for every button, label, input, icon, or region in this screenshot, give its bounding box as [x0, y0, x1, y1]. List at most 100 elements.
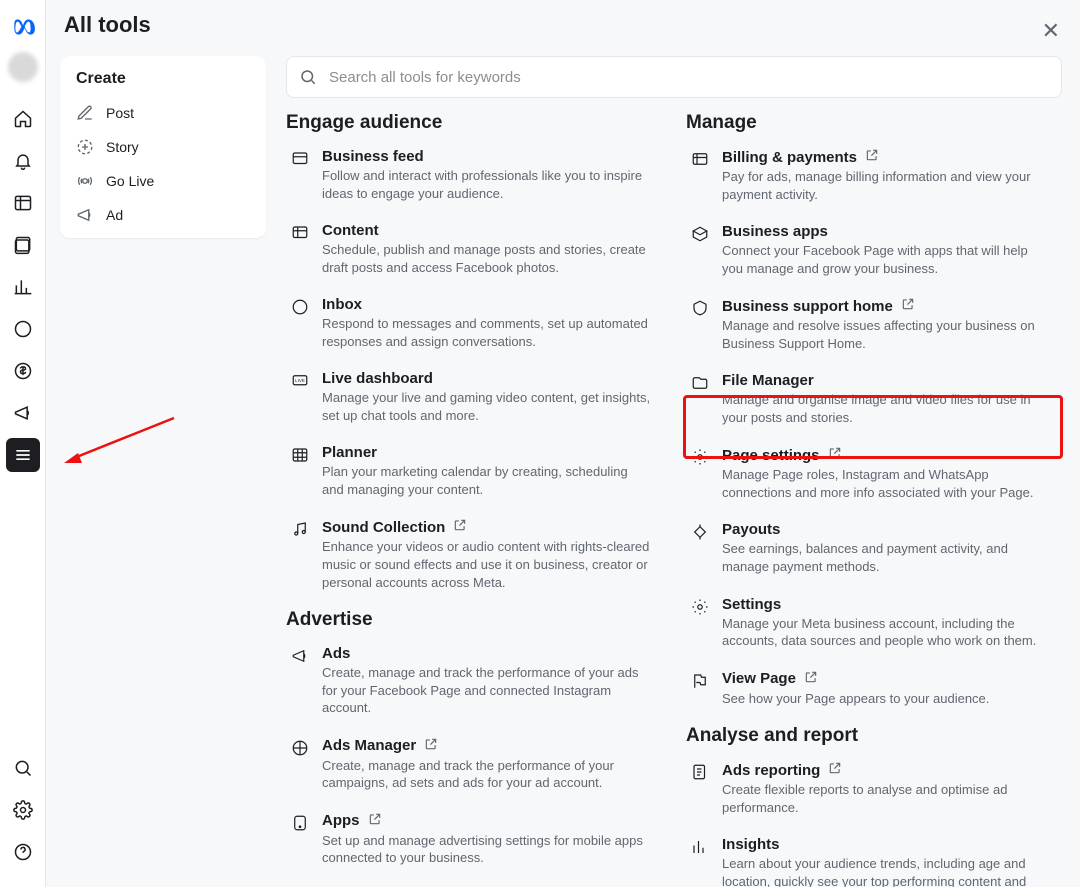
tool-description: Manage Page roles, Instagram and WhatsAp… [722, 466, 1052, 501]
tools-search-input[interactable] [327, 68, 1049, 87]
tool-description: See earnings, balances and payment activ… [722, 540, 1052, 575]
tool-item[interactable]: View PageSee how your Page appears to yo… [686, 668, 1062, 710]
tool-icon [690, 298, 710, 318]
tool-item[interactable]: SettingsManage your Meta business accoun… [686, 594, 1062, 652]
tool-item[interactable]: LIVELive dashboardManage your live and g… [286, 368, 662, 426]
external-link-icon [828, 761, 842, 779]
all-tools-page: All tools ✕ Create Post Story Go Live Ad… [46, 0, 1080, 887]
tool-name: Inbox [322, 296, 658, 313]
tool-name: Planner [322, 444, 658, 461]
tool-item[interactable]: File Manager Manage and organise image an… [686, 370, 1062, 428]
section-title: Analyse and report [686, 725, 1062, 747]
close-button[interactable]: ✕ [1042, 18, 1060, 44]
tool-item[interactable]: Business support homeManage and resolve … [686, 295, 1062, 354]
tool-name: Business feed [322, 148, 658, 165]
tool-icon [690, 373, 710, 393]
tool-name: View Page [722, 670, 1058, 688]
tool-item[interactable]: Billing & paymentsPay for ads, manage bi… [686, 146, 1062, 205]
tool-description: Schedule, publish and manage posts and s… [322, 241, 652, 276]
tool-item[interactable]: Inbox Respond to messages and comments, s… [286, 294, 662, 352]
svg-text:LIVE: LIVE [295, 378, 305, 383]
tool-item[interactable]: Business feed Follow and interact with pr… [286, 146, 662, 204]
section-title: Engage audience [286, 112, 662, 134]
tool-page-settings[interactable]: Page settings Manage Page roles, Instagra… [686, 444, 1062, 503]
create-post[interactable]: Post [66, 96, 260, 130]
tool-item[interactable]: AdsCreate, manage and track the performa… [286, 643, 662, 719]
tool-icon [290, 149, 310, 169]
search-icon[interactable] [6, 751, 40, 785]
tool-item[interactable]: Business apps Connect your Facebook Page … [686, 221, 1062, 279]
tool-icon: LIVE [290, 371, 310, 391]
settings-gear-icon[interactable] [6, 793, 40, 827]
create-heading: Create [76, 70, 260, 88]
tool-description: Manage your live and gaming video conten… [322, 389, 652, 424]
tool-description: Respond to messages and comments, set up… [322, 315, 652, 350]
tool-item[interactable]: Content Schedule, publish and manage post… [286, 220, 662, 278]
tool-item[interactable]: Insights Learn about your audience trends… [686, 834, 1062, 887]
section-title: Advertise [286, 609, 662, 631]
tool-name: File Manager [722, 372, 1058, 389]
all-tools-icon[interactable] [6, 438, 40, 472]
help-icon[interactable] [6, 835, 40, 869]
meta-logo-icon[interactable] [6, 10, 40, 44]
tool-description: Manage and organise image and video file… [722, 391, 1052, 426]
tool-description: Connect your Facebook Page with apps tha… [722, 242, 1052, 277]
insights-icon[interactable] [6, 270, 40, 304]
tool-name: Content [322, 222, 658, 239]
tool-name: Page settings [722, 446, 1058, 464]
tool-description: Pay for ads, manage billing information … [722, 168, 1052, 203]
tool-icon [690, 447, 710, 467]
tool-icon [290, 813, 310, 833]
tool-item[interactable]: Sound Collection Enhance your videos or a… [286, 516, 662, 593]
tool-item[interactable]: Ads ManagerCreate, manage and track the … [286, 735, 662, 794]
inbox-icon[interactable] [6, 312, 40, 346]
tool-description: Create flexible reports to analyse and o… [722, 781, 1052, 816]
tool-item[interactable]: Planner Plan your marketing calendar by c… [286, 442, 662, 500]
tool-name: Apps [322, 812, 658, 830]
external-link-icon [424, 737, 438, 755]
tool-icon [690, 837, 710, 857]
tool-description: Plan your marketing calendar by creating… [322, 463, 652, 498]
tool-icon [690, 597, 710, 617]
tool-icon [290, 519, 310, 539]
tool-description: Enhance your videos or audio content wit… [322, 538, 652, 591]
monetization-icon[interactable] [6, 354, 40, 388]
tool-icon [690, 149, 710, 169]
tool-name: Insights [722, 836, 1058, 853]
tool-description: Learn about your audience trends, includ… [722, 855, 1052, 887]
tool-item[interactable]: Ads reportingCreate flexible reports to … [686, 759, 1062, 818]
tool-item[interactable]: Payouts See earnings, balances and paymen… [686, 519, 1062, 577]
tool-name: Ads Manager [322, 737, 658, 755]
external-link-icon [828, 446, 842, 464]
tool-name: Payouts [722, 521, 1058, 538]
tools-columns: Engage audience Business feed Follow and i… [286, 112, 1062, 887]
section-title: Manage [686, 112, 1062, 134]
tool-name: Business apps [722, 223, 1058, 240]
create-story[interactable]: Story [66, 130, 260, 164]
content-icon[interactable] [6, 186, 40, 220]
search-icon [299, 68, 317, 86]
create-item-label: Story [106, 139, 139, 155]
external-link-icon [453, 518, 467, 536]
tool-icon [290, 445, 310, 465]
tool-item[interactable]: AppsSet up and manage advertising settin… [286, 810, 662, 869]
tool-name: Sound Collection [322, 518, 658, 536]
create-card: Create Post Story Go Live Ad [60, 56, 266, 238]
tool-icon [690, 671, 710, 691]
tools-search[interactable] [286, 56, 1062, 98]
notifications-icon[interactable] [6, 144, 40, 178]
tool-description: Follow and interact with professionals l… [322, 167, 652, 202]
tool-icon [290, 223, 310, 243]
compose-icon [76, 104, 94, 122]
profile-avatar[interactable] [8, 52, 38, 82]
home-icon[interactable] [6, 102, 40, 136]
tool-icon [290, 646, 310, 666]
create-ad[interactable]: Ad [66, 198, 260, 232]
tool-name: Settings [722, 596, 1058, 613]
create-go-live[interactable]: Go Live [66, 164, 260, 198]
tool-name: Business support home [722, 297, 1058, 315]
live-icon [76, 172, 94, 190]
ads-icon[interactable] [6, 396, 40, 430]
planner-icon[interactable] [6, 228, 40, 262]
tool-icon [290, 297, 310, 317]
